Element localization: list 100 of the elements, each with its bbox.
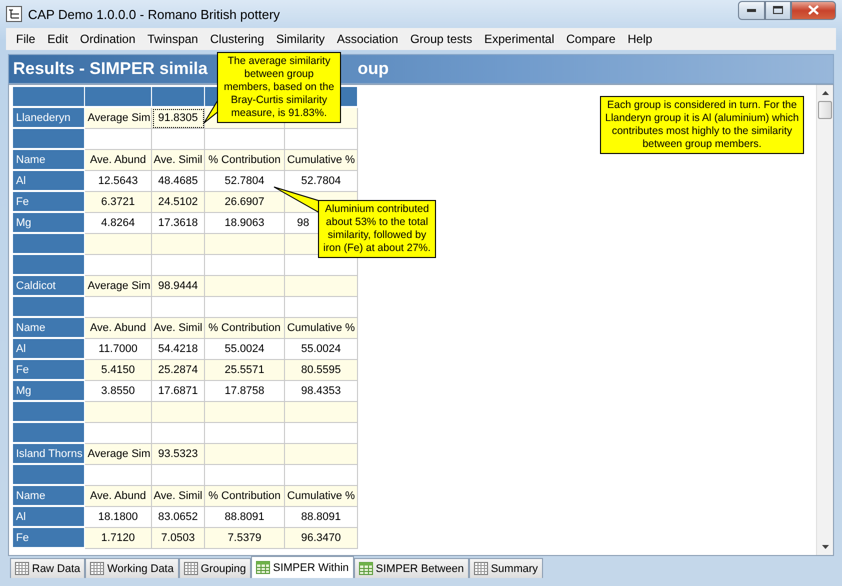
table-cell: Average Sim (85, 444, 152, 465)
table-cell: 98.9444 (152, 276, 205, 297)
column-header: Ave. Simil (152, 486, 205, 507)
table-cell: Average Sim (85, 276, 152, 297)
row-header: Fe (13, 360, 85, 381)
table-cell: 91.8305 (152, 108, 205, 129)
menu-item[interactable]: Experimental (478, 32, 560, 46)
sheet-tab[interactable]: SIMPER Between (354, 558, 469, 578)
scroll-down-icon[interactable] (822, 545, 828, 549)
row-header: Mg (13, 381, 85, 402)
sheet-tab[interactable]: Working Data (85, 558, 179, 578)
column-header: % Contribution (205, 486, 285, 507)
row-header: Al (13, 507, 85, 528)
column-header (13, 87, 85, 108)
table-cell: 48.4685 (152, 171, 205, 192)
sheet-tab[interactable]: Raw Data (10, 558, 86, 578)
menu-item[interactable]: Ordination (74, 32, 142, 46)
table-cell (85, 234, 152, 255)
table-cell (85, 423, 152, 444)
scrollbar[interactable] (816, 85, 833, 555)
table-cell: 83.0652 (152, 507, 205, 528)
table-cell: 17.3618 (152, 213, 205, 234)
grid-icon (184, 562, 198, 575)
callout-note: Each group is considered in turn. For the Llanderyn group it is Al (aluminium) which contributes most highly to the similarity between group members. (600, 96, 804, 154)
column-header: Ave. Simil (152, 150, 205, 171)
table-cell: 26.6907 (205, 192, 285, 213)
maximize-button[interactable] (765, 0, 791, 20)
table-cell (152, 234, 205, 255)
row-header (13, 465, 85, 486)
table-cell: 12.5643 (85, 171, 152, 192)
table-cell: 17.6871 (152, 381, 205, 402)
row-header: Name (13, 486, 85, 507)
menu-item[interactable]: Association (330, 32, 404, 46)
table-cell (85, 465, 152, 486)
sheet-tab[interactable]: Grouping (178, 558, 251, 578)
callout-note: The average similarity between group members, based on the Bray-Curtis similarity measure, is 91.83%. (217, 52, 341, 123)
menu-item[interactable]: Twinspan (141, 32, 204, 46)
menu-item[interactable]: Help (622, 32, 658, 46)
table-cell: 98.4353 (285, 381, 358, 402)
menu-item[interactable]: Similarity (270, 32, 331, 46)
column-header: Cumulative % (285, 318, 358, 339)
menu-item[interactable]: Edit (41, 32, 74, 46)
table-cell (152, 255, 205, 276)
table-cell (152, 129, 205, 150)
sheet-tab[interactable]: SIMPER Within (251, 556, 354, 578)
table-cell: 55.0024 (205, 339, 285, 360)
table-cell: 7.0503 (152, 528, 205, 549)
maximize-icon (773, 6, 783, 14)
row-header: Al (13, 339, 85, 360)
table-cell: 24.5102 (152, 192, 205, 213)
row-header: Name (13, 318, 85, 339)
table-cell (152, 402, 205, 423)
menu-item[interactable]: File (10, 32, 42, 46)
row-header: Llanederyn (13, 108, 85, 129)
grid-icon (90, 562, 104, 575)
row-header (13, 423, 85, 444)
callout-pointer (274, 187, 320, 215)
column-header (85, 87, 152, 108)
table-cell: 54.4218 (152, 339, 205, 360)
table-cell (85, 129, 152, 150)
table-cell: 96.3470 (285, 528, 358, 549)
table-cell: 93.5323 (152, 444, 205, 465)
table-cell: 52.7804 (205, 171, 285, 192)
menu-item[interactable]: Compare (560, 32, 622, 46)
spreadsheet-icon (358, 562, 373, 575)
table-cell: 7.5379 (205, 528, 285, 549)
table-cell: 6.3721 (85, 192, 152, 213)
table-cell (85, 402, 152, 423)
close-button[interactable] (791, 0, 836, 20)
minimize-button[interactable] (738, 0, 765, 20)
table-cell: 4.8264 (85, 213, 152, 234)
table-cell: 88.8091 (285, 507, 358, 528)
table-cell: 80.5595 (285, 360, 358, 381)
row-header: Fe (13, 192, 85, 213)
results-heading: oup (358, 59, 389, 79)
table-cell: 5.4150 (85, 360, 152, 381)
menu-item[interactable]: Group tests (404, 32, 478, 46)
row-header (13, 234, 85, 255)
table-cell: 25.2874 (152, 360, 205, 381)
menu-item[interactable]: Clustering (204, 32, 270, 46)
table-cell: 18.9063 (205, 213, 285, 234)
table-cell: 17.8758 (205, 381, 285, 402)
row-header (13, 255, 85, 276)
row-header: Name (13, 150, 85, 171)
scroll-thumb[interactable] (818, 101, 832, 119)
minimize-icon (747, 8, 756, 12)
column-header: % Contribution (205, 150, 285, 171)
table-cell (152, 297, 205, 318)
table-cell (85, 297, 152, 318)
table-cell (85, 255, 152, 276)
callout-note: Aluminium contributed about 53% to the total similarity, followed by iron (Fe) at about 27%. (318, 200, 436, 258)
close-icon (808, 5, 819, 15)
table-cell: Average Sim (85, 108, 152, 129)
table-cell: 18.1800 (85, 507, 152, 528)
spreadsheet-icon (256, 561, 270, 574)
scroll-up-icon[interactable] (822, 91, 828, 95)
table-cell: 88.8091 (205, 507, 285, 528)
table-cell: 25.5571 (205, 360, 285, 381)
sheet-tab[interactable]: Summary (468, 558, 543, 578)
table-cell (152, 465, 205, 486)
